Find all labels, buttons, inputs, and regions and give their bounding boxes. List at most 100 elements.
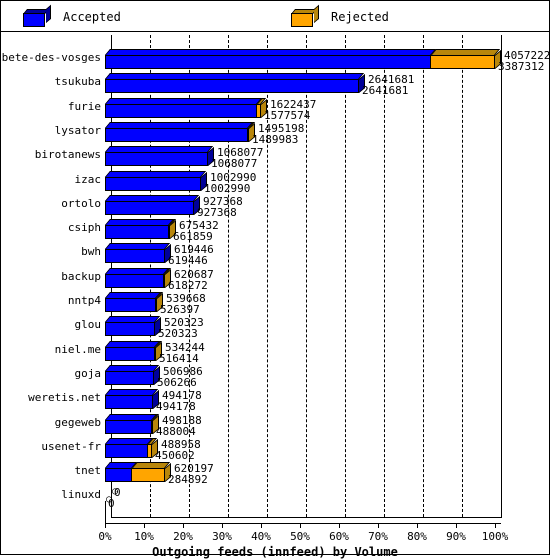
bar-segment-accepted[interactable] [105, 225, 169, 240]
x-axis-title: Outgoing feeds (innfeed) by Volume [152, 544, 398, 559]
bar-segment-accepted[interactable] [105, 103, 257, 118]
bar-segment-rejected[interactable] [256, 103, 261, 118]
value-label-accepted: 1002990 [210, 170, 257, 184]
bar-segment-accepted[interactable] [105, 200, 194, 215]
x-tick-0% [105, 522, 106, 528]
value-label-rejected: 3387312 [498, 60, 545, 73]
bar-group[interactable] [105, 340, 164, 367]
category-label-weretis.net: weretis.net [28, 391, 101, 405]
chart-page: Accepted Rejected 0% 10% 20% 30% 40% 50% 60% 70%… [0, 0, 550, 559]
category-label-glou: glou [74, 318, 102, 332]
value-label-rejected: 494178 [156, 400, 196, 414]
legend-label: Accepted [63, 10, 121, 24]
x-tick-label: 60% [329, 529, 349, 543]
cube-front-face [291, 13, 313, 27]
bar-segment-rejected[interactable] [131, 468, 165, 483]
value-label-rejected: 619446 [168, 254, 208, 268]
value-label-rejected: 1002990 [204, 181, 251, 195]
bar-group[interactable] [105, 292, 165, 318]
value-label-rejected: 661859 [173, 230, 213, 244]
value-label-rejected: 506266 [157, 375, 197, 389]
value-label-rejected: 2641681 [362, 84, 409, 98]
category-label-bwh: bwh [81, 245, 101, 259]
bar-group[interactable] [105, 389, 161, 415]
value-label-accepted: 1622437 [270, 97, 317, 111]
value-label-rejected: 450602 [155, 448, 195, 462]
category-label-goja: goja [74, 366, 102, 380]
bar-group[interactable] [105, 267, 173, 294]
value-label-accepted: 0 [114, 486, 121, 500]
cube-side-face [314, 4, 319, 23]
value-label-rejected: 516414 [159, 351, 199, 365]
bar-group[interactable] [105, 243, 173, 269]
value-label-rejected: 284892 [168, 473, 208, 487]
x-tick-label: 80% [407, 529, 427, 543]
bar-group[interactable] [105, 462, 173, 488]
bar-segment-accepted[interactable] [105, 176, 201, 191]
x-tick-label: 70% [368, 529, 388, 543]
value-label-accepted: 498188 [162, 413, 202, 427]
bar-segment-accepted[interactable] [105, 346, 155, 361]
bar-group[interactable] [105, 146, 216, 172]
bar-segment-accepted[interactable] [105, 298, 156, 312]
bar-segment-accepted[interactable] [105, 468, 132, 483]
category-label-tsukuba: tsukuba [54, 75, 101, 89]
value-label-rejected: 1577574 [264, 108, 311, 122]
bar-segment-rejected[interactable] [430, 55, 495, 69]
bar-group[interactable] [105, 49, 503, 75]
bar-segment-accepted[interactable] [105, 152, 208, 167]
x-tick-label: 0% [98, 529, 112, 543]
bar-segment-accepted[interactable] [105, 419, 152, 434]
bar-segment-accepted[interactable] [105, 79, 359, 94]
bar-segment-accepted[interactable] [105, 273, 164, 288]
category-label-bete-des-vosges: bete-des-vosges [1, 51, 101, 64]
bar-segment-rejected[interactable] [155, 298, 157, 312]
x-axis-line [105, 522, 501, 524]
bar-segment-rejected[interactable] [154, 346, 156, 361]
bar-segment-accepted[interactable] [105, 443, 148, 458]
chart-plot-area: 0% 10% 20% 30% 40% 50% 60% 70% 80% 90% 100% Outgoin… [1, 33, 550, 559]
bar-segment-rejected[interactable] [168, 225, 170, 240]
bar-group[interactable] [105, 437, 160, 464]
value-label-rejected: 520323 [158, 327, 198, 341]
value-label-rejected: 618272 [168, 278, 208, 292]
cube-side-face [46, 4, 51, 23]
x-tick-90% [456, 522, 457, 528]
x-tick-label: 40% [251, 529, 271, 543]
bar-group[interactable] [105, 413, 161, 440]
bar-segment-accepted[interactable] [105, 322, 155, 337]
x-tick-label: 90% [446, 529, 466, 543]
x-tick-10% [144, 522, 145, 528]
bar-segment-accepted[interactable] [105, 55, 431, 69]
bar-group[interactable] [105, 316, 163, 342]
category-label-birotanews: birotanews [34, 148, 101, 162]
x-tick-50% [300, 522, 301, 528]
bar-segment-accepted[interactable] [105, 370, 154, 385]
gridline-80% [423, 35, 424, 517]
bar-group[interactable] [105, 194, 202, 221]
bar-group[interactable] [105, 121, 257, 148]
x-tick-20% [183, 522, 184, 528]
x-axis-back-line [111, 516, 502, 518]
bar-group[interactable] [105, 97, 269, 124]
category-label-usenet-fr: usenet-fr [41, 439, 101, 453]
value-label-rejected: 927368 [197, 205, 237, 219]
bar-group[interactable] [105, 364, 162, 391]
bar-group[interactable] [105, 73, 367, 99]
legend-label: Rejected [331, 10, 389, 24]
value-label-rejected: 488004 [156, 424, 196, 438]
bar-segment-rejected[interactable] [247, 127, 249, 142]
bar-segment-accepted[interactable] [105, 249, 165, 264]
bar-segment-accepted[interactable] [105, 395, 153, 410]
bar-segment-rejected[interactable] [147, 443, 152, 458]
gridline-90% [462, 35, 463, 517]
bar-segment-rejected[interactable] [151, 419, 153, 434]
category-label-tnet: tnet [74, 464, 102, 478]
gridline-70% [384, 35, 385, 517]
bar-group[interactable] [105, 170, 209, 197]
bar-segment-rejected[interactable] [163, 273, 165, 288]
category-label-ortolo: ortolo [61, 196, 101, 210]
bar-segment-accepted[interactable] [105, 127, 248, 142]
chart-legend: Accepted Rejected [1, 1, 549, 32]
x-tick-70% [378, 522, 379, 528]
